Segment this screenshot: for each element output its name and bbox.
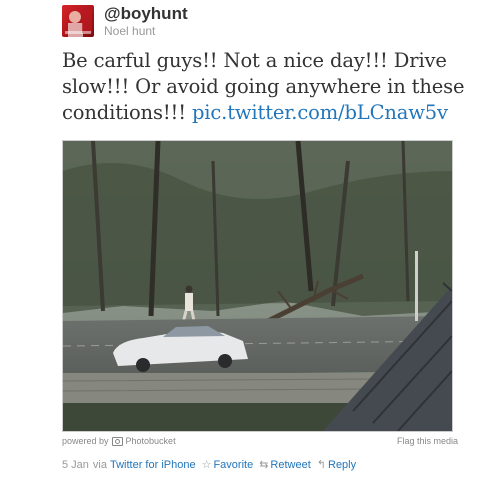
retweet-icon: ⇆	[259, 459, 269, 471]
tweet-media-link[interactable]: pic.twitter.com/bLCnaw5v	[192, 101, 448, 124]
tweet-date[interactable]: 5 Jan	[62, 459, 89, 471]
media-attribution: powered by Photobucket	[62, 436, 176, 446]
favorite-button[interactable]: ☆ Favorite	[201, 458, 254, 472]
reply-icon: ↰	[316, 459, 326, 471]
avatar[interactable]	[62, 5, 94, 37]
powered-by-label: powered by	[62, 436, 109, 446]
tweet-text: Be carful guys!! Not a nice day!!! Drive…	[62, 48, 482, 126]
star-icon: ☆	[201, 459, 212, 471]
user-name: Noel hunt	[104, 24, 156, 38]
tweet-meta: 5 Jan via Twitter for iPhone ☆ Favorite …	[62, 458, 356, 472]
flag-media-link[interactable]: Flag this media	[397, 436, 458, 446]
favorite-label[interactable]: Favorite	[213, 459, 253, 471]
retweet-button[interactable]: ⇆ Retweet	[259, 458, 311, 472]
reply-label[interactable]: Reply	[328, 459, 356, 471]
tweet-source[interactable]: Twitter for iPhone	[110, 459, 196, 471]
user-handle[interactable]: @boyhunt	[104, 4, 188, 24]
retweet-label[interactable]: Retweet	[270, 459, 310, 471]
tweet-photo[interactable]	[62, 140, 453, 432]
reply-button[interactable]: ↰ Reply	[316, 458, 356, 472]
media-provider[interactable]: Photobucket	[126, 436, 176, 446]
via-label: via	[92, 458, 107, 471]
camera-icon	[111, 436, 123, 446]
